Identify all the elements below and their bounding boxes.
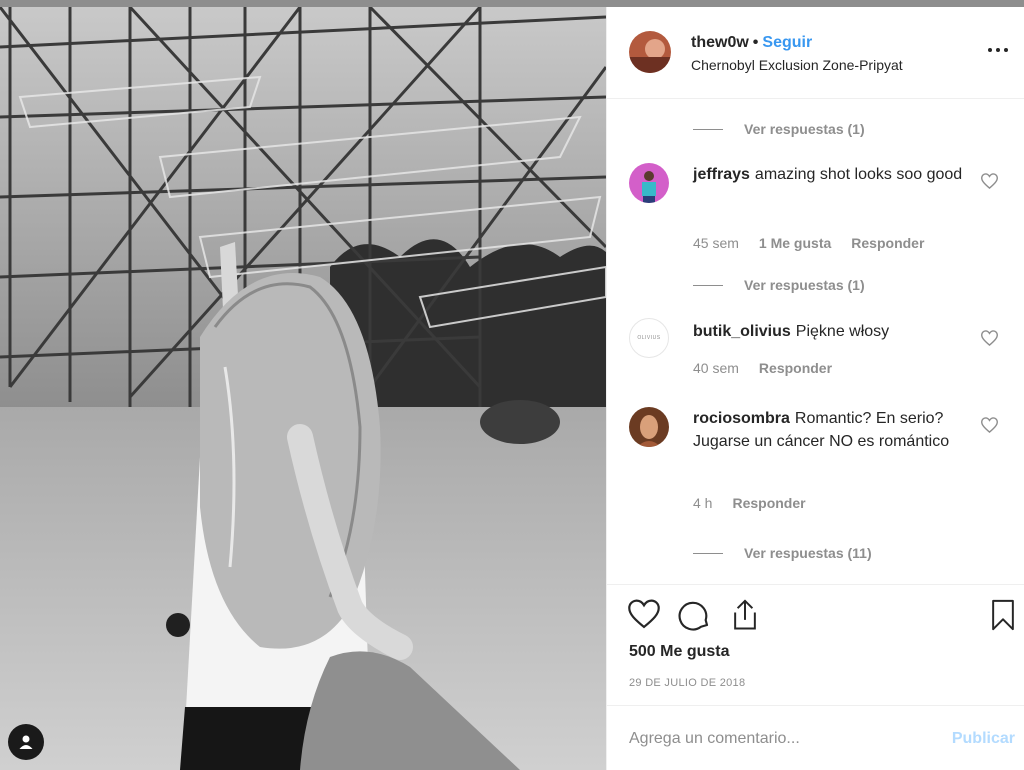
author-username[interactable]: thew0w — [691, 34, 749, 51]
comment-username[interactable]: rociosombra — [693, 410, 790, 427]
post-location[interactable]: Chernobyl Exclusion Zone-Pripyat — [691, 57, 903, 73]
person-icon — [19, 735, 33, 749]
commenter-avatar[interactable] — [629, 407, 669, 447]
user-tag-button[interactable] — [8, 724, 44, 760]
view-replies-label: Ver respuestas (11) — [744, 545, 872, 561]
photo-illustration — [0, 7, 606, 770]
comment-meta: 45 sem 1 Me gusta Responder — [693, 235, 924, 251]
bookmark-icon[interactable] — [989, 599, 1017, 636]
reply-button[interactable]: Responder — [851, 235, 924, 251]
separator-dot: • — [752, 34, 759, 51]
view-replies-button[interactable]: Ver respuestas (1) — [693, 277, 865, 293]
post-actions: 500 Me gusta 29 DE JULIO DE 2018 — [607, 584, 1024, 705]
reply-button[interactable]: Responder — [759, 360, 832, 376]
comment-body: Piękne włosy — [795, 323, 890, 340]
comment-meta: 40 sem Responder — [693, 360, 832, 376]
comment-time[interactable]: 40 sem — [693, 360, 739, 376]
post-date: 29 DE JULIO DE 2018 — [629, 677, 746, 689]
reply-button[interactable]: Responder — [732, 495, 805, 511]
post-header: thew0w • Seguir Chernobyl Exclusion Zone-P… — [607, 7, 1024, 99]
view-replies-button[interactable]: Ver respuestas (1) — [693, 121, 865, 137]
comment-meta: 4 h Responder — [693, 495, 806, 511]
view-replies-label: Ver respuestas (1) — [744, 121, 865, 137]
comment-body: amazing shot looks soo good — [754, 166, 963, 183]
share-icon[interactable] — [730, 599, 760, 636]
replies-dash — [693, 284, 723, 286]
commenter-avatar[interactable]: OLIVIUS — [629, 318, 669, 358]
more-options-icon[interactable] — [988, 45, 1012, 55]
comment-text: jeffrays amazing shot looks soo good — [693, 163, 963, 186]
comment-text: rociosombra Romantic? En serio? Jugarse u… — [693, 407, 963, 453]
post-photo[interactable] — [0, 7, 606, 770]
add-comment-bar: Agrega un comentario... Publicar — [607, 705, 1024, 770]
comment-icon[interactable] — [678, 599, 712, 636]
comment-input[interactable]: Agrega un comentario... — [629, 730, 800, 748]
view-replies-label: Ver respuestas (1) — [744, 277, 865, 293]
post-side-panel: thew0w • Seguir Chernobyl Exclusion Zone-P… — [606, 7, 1024, 770]
follow-button[interactable]: Seguir — [762, 34, 812, 51]
replies-dash — [693, 128, 723, 130]
replies-dash — [693, 552, 723, 554]
window-top-strip — [0, 0, 1024, 7]
comment-text: butik_olivius Piękne włosy — [693, 320, 963, 343]
like-comment-icon[interactable] — [980, 330, 999, 351]
comment-time[interactable]: 4 h — [693, 495, 712, 511]
commenter-avatar[interactable] — [629, 163, 669, 203]
heart-icon[interactable] — [627, 599, 661, 634]
comment-username[interactable]: butik_olivius — [693, 323, 791, 340]
avatar-logo-text: OLIVIUS — [637, 335, 661, 341]
view-replies-button[interactable]: Ver respuestas (11) — [693, 545, 872, 561]
comments-list[interactable]: Ver respuestas (1) jeffrays amazing shot … — [607, 99, 1024, 584]
like-comment-icon[interactable] — [980, 173, 999, 194]
comment-username[interactable]: jeffrays — [693, 166, 750, 183]
likes-count[interactable]: 500 Me gusta — [629, 643, 729, 661]
publish-button[interactable]: Publicar — [952, 730, 1015, 748]
like-comment-icon[interactable] — [980, 417, 999, 438]
author-avatar[interactable] — [629, 31, 671, 73]
comment-time[interactable]: 45 sem — [693, 235, 739, 251]
comment-likes[interactable]: 1 Me gusta — [759, 235, 831, 251]
